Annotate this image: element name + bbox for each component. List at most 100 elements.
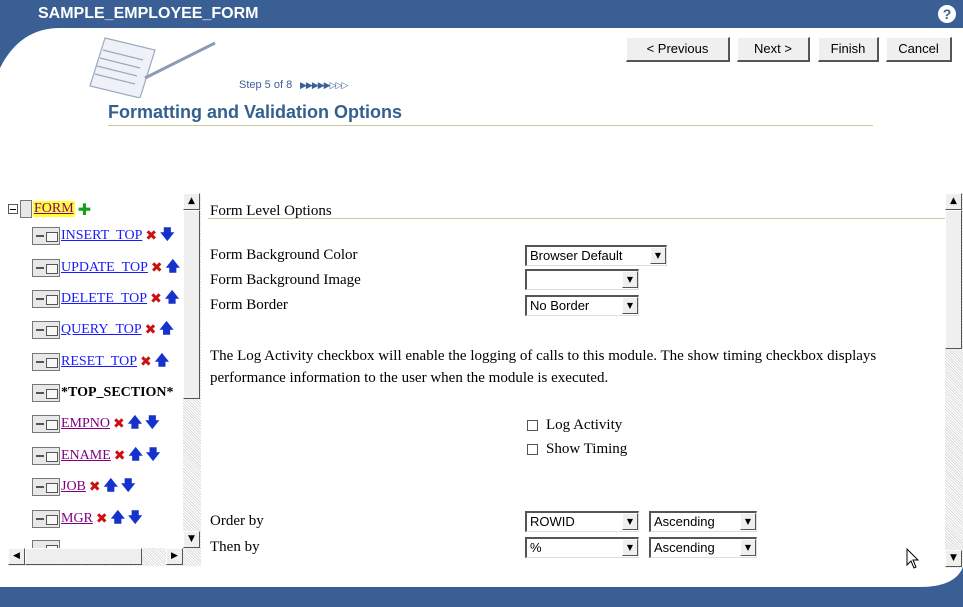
scroll-down-icon[interactable]: ▼ xyxy=(183,531,200,548)
chevron-down-icon[interactable]: ▼ xyxy=(622,513,638,530)
move-down-icon[interactable]: 🡇 xyxy=(121,475,135,499)
log-activity-checkbox[interactable] xyxy=(527,420,538,431)
scroll-left-icon[interactable]: ◀ xyxy=(8,548,25,565)
delete-icon[interactable]: ✖ xyxy=(89,479,101,495)
tree-item-label[interactable]: QUERY_TOP xyxy=(61,322,142,338)
tree-root-label[interactable]: FORM xyxy=(33,201,75,217)
then-by-direction-select[interactable]: Ascending ▼ xyxy=(649,537,757,558)
delete-icon[interactable]: ✖ xyxy=(145,228,157,244)
tree-item-label[interactable]: ENAME xyxy=(61,448,111,464)
tree-item-reset-top[interactable]: RESET_TOP ✖ 🡅 xyxy=(32,351,169,373)
delete-icon[interactable]: ✖ xyxy=(151,260,163,276)
tree-vertical-scrollbar[interactable]: ▲ ▼ xyxy=(183,193,201,548)
move-down-icon[interactable]: 🡇 xyxy=(160,224,174,248)
scroll-thumb[interactable] xyxy=(25,548,142,565)
scroll-up-icon[interactable]: ▲ xyxy=(945,193,962,210)
tree-node-icon xyxy=(32,384,60,402)
tree-item-label[interactable]: EMPNO xyxy=(61,416,110,432)
border-select[interactable]: No Border ▼ xyxy=(525,295,639,316)
tree-item-mgr[interactable]: MGR ✖ 🡅 🡇 xyxy=(32,508,142,530)
scroll-thumb[interactable] xyxy=(183,210,200,399)
form-tree: FORM ✚ INSERT_TOP ✖ 🡇 UPDATE_TOP ✖ 🡅 DEL… xyxy=(8,193,201,587)
chevron-down-icon[interactable]: ▼ xyxy=(622,539,638,556)
tree-node-icon xyxy=(32,447,60,465)
tree-item-label[interactable]: UPDATE_TOP xyxy=(61,260,148,276)
chevron-down-icon[interactable]: ▼ xyxy=(622,271,638,288)
move-up-icon[interactable]: 🡅 xyxy=(129,444,143,468)
tree-node-icon xyxy=(32,510,60,528)
tree-item-label[interactable]: RESET_TOP xyxy=(61,354,137,370)
tree-item-label[interactable]: MGR xyxy=(61,511,93,527)
move-up-icon[interactable]: 🡅 xyxy=(155,350,169,374)
window-title-bar: SAMPLE_EMPLOYEE_FORM ? xyxy=(0,0,963,28)
next-button[interactable]: Next > xyxy=(737,37,810,62)
show-timing-checkbox[interactable] xyxy=(527,444,538,455)
tree-node-icon xyxy=(32,227,60,245)
collapse-icon[interactable] xyxy=(8,204,18,214)
tree-item-delete-top[interactable]: DELETE_TOP ✖ 🡅 xyxy=(32,288,179,310)
step-counter: Step 5 of 8 xyxy=(239,79,293,91)
tree-item-insert-top[interactable]: INSERT_TOP ✖ 🡇 xyxy=(32,225,175,247)
order-by-label: Order by xyxy=(210,513,264,529)
background-color-select[interactable]: Browser Default ▼ xyxy=(525,245,667,266)
tree-node-icon xyxy=(32,478,60,496)
tree-root-form[interactable]: FORM ✚ xyxy=(8,198,91,220)
step-progress-indicator: ▶▶▶▶▶▷▷▷ xyxy=(300,80,348,90)
border-label: Form Border xyxy=(210,297,288,313)
tree-item-label[interactable]: INSERT_TOP xyxy=(61,228,142,244)
tree-node-icon xyxy=(32,259,60,277)
delete-icon[interactable]: ✖ xyxy=(140,354,152,370)
tree-item-update-top[interactable]: UPDATE_TOP ✖ 🡅 xyxy=(32,257,180,279)
cancel-button[interactable]: Cancel xyxy=(886,37,952,62)
delete-icon[interactable]: ✖ xyxy=(113,416,125,432)
move-up-icon[interactable]: 🡅 xyxy=(159,318,173,342)
move-up-icon[interactable]: 🡅 xyxy=(128,412,142,436)
chevron-down-icon[interactable]: ▼ xyxy=(622,297,638,314)
tree-item-top-section[interactable]: *TOP_SECTION* xyxy=(32,382,174,404)
delete-icon[interactable]: ✖ xyxy=(150,291,162,307)
help-icon[interactable]: ? xyxy=(938,5,956,23)
scroll-down-icon[interactable]: ▼ xyxy=(945,550,962,567)
footer-curve xyxy=(0,567,963,607)
tree-item-label[interactable]: DELETE_TOP xyxy=(61,291,147,307)
chevron-down-icon[interactable]: ▼ xyxy=(740,513,756,530)
move-up-icon[interactable]: 🡅 xyxy=(111,507,125,531)
chevron-down-icon[interactable]: ▼ xyxy=(650,247,666,264)
scroll-up-icon[interactable]: ▲ xyxy=(183,193,200,210)
then-by-column-select[interactable]: % ▼ xyxy=(525,537,639,558)
move-up-icon[interactable]: 🡅 xyxy=(165,287,179,311)
tree-item-job[interactable]: JOB ✖ 🡅 🡇 xyxy=(32,476,135,498)
wizard-graphic-icon xyxy=(89,37,216,98)
move-up-icon[interactable]: 🡅 xyxy=(166,256,180,280)
order-by-column-select[interactable]: ROWID ▼ xyxy=(525,511,639,532)
finish-button[interactable]: Finish xyxy=(818,37,879,62)
background-color-label: Form Background Color xyxy=(210,247,358,263)
background-image-select[interactable]: ▼ xyxy=(525,269,639,290)
delete-icon[interactable]: ✖ xyxy=(145,322,157,338)
tree-item-query-top[interactable]: QUERY_TOP ✖ 🡅 xyxy=(32,319,174,341)
add-icon[interactable]: ✚ xyxy=(78,200,91,219)
move-down-icon[interactable]: 🡇 xyxy=(128,507,142,531)
chevron-down-icon[interactable]: ▼ xyxy=(740,539,756,556)
form-node-icon xyxy=(20,200,32,218)
move-down-icon[interactable]: 🡇 xyxy=(146,444,160,468)
tree-node-icon xyxy=(32,321,60,339)
tree-item-ename[interactable]: ENAME ✖ 🡅 🡇 xyxy=(32,445,160,467)
tree-node-icon xyxy=(32,353,60,371)
delete-icon[interactable]: ✖ xyxy=(96,511,108,527)
move-up-icon[interactable]: 🡅 xyxy=(104,475,118,499)
scroll-right-icon[interactable]: ▶ xyxy=(166,548,183,565)
previous-button[interactable]: < Previous xyxy=(626,37,730,62)
content-vertical-scrollbar[interactable]: ▲ ▼ xyxy=(945,193,963,568)
background-image-label: Form Background Image xyxy=(210,272,361,288)
show-timing-option[interactable]: Show Timing xyxy=(527,441,627,458)
move-down-icon[interactable]: 🡇 xyxy=(145,412,159,436)
order-by-direction-select[interactable]: Ascending ▼ xyxy=(649,511,757,532)
tree-item-label[interactable]: JOB xyxy=(61,479,86,495)
tree-item-empno[interactable]: EMPNO ✖ 🡅 🡇 xyxy=(32,413,160,435)
scroll-thumb[interactable] xyxy=(945,210,962,349)
log-activity-description: The Log Activity checkbox will enable th… xyxy=(210,348,877,386)
delete-icon[interactable]: ✖ xyxy=(114,448,126,464)
log-activity-option[interactable]: Log Activity xyxy=(527,417,622,434)
tree-horizontal-scrollbar[interactable]: ◀ ▶ xyxy=(8,548,201,566)
